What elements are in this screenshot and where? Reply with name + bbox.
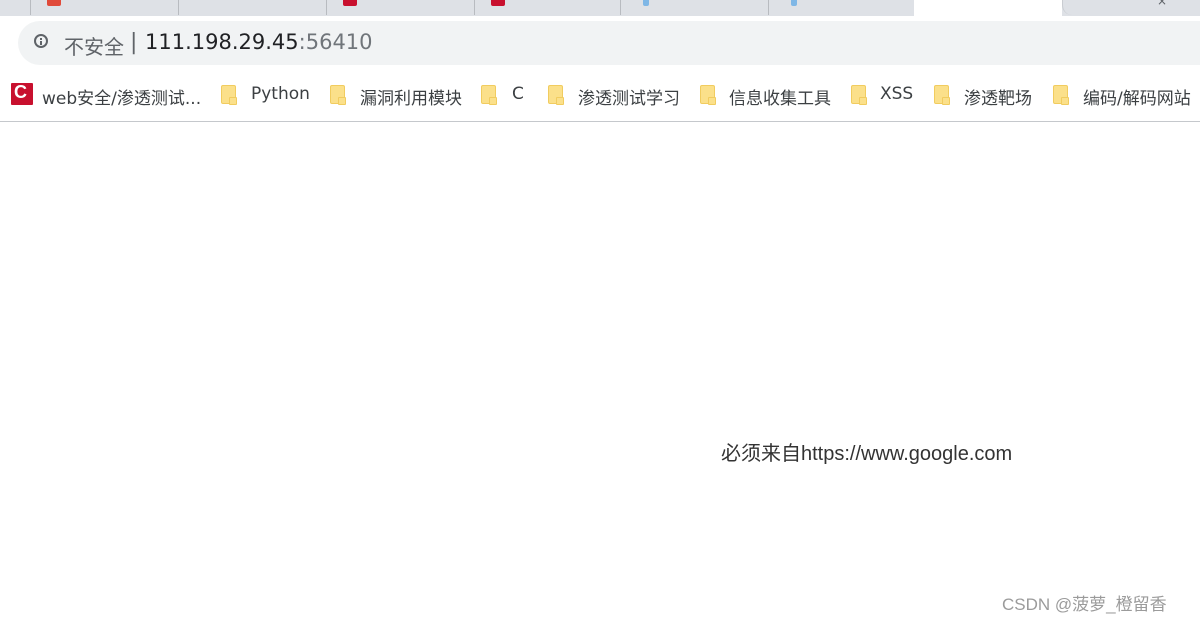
bookmark-label: XSS	[880, 84, 914, 104]
folder-icon	[548, 85, 564, 105]
tab-favicon-icon	[643, 0, 649, 6]
watermark: CSDN @菠萝_橙留香	[1002, 595, 1167, 614]
active-tab[interactable]	[914, 0, 1062, 16]
tab[interactable]: ×	[1062, 0, 1200, 15]
url-host: 111.198.29.45	[145, 30, 299, 54]
tab-favicon-icon	[491, 0, 505, 6]
bookmark-label: Python	[251, 84, 310, 104]
bookmark-label: 漏洞利用模块	[360, 89, 462, 109]
tab[interactable]	[326, 0, 475, 15]
separator: |	[130, 30, 138, 55]
tab-strip: ×	[0, 0, 1200, 16]
bookmark-label: web安全/渗透测试...	[42, 89, 202, 109]
url-port: :56410	[298, 30, 373, 54]
tab-favicon-icon	[47, 0, 61, 6]
folder-icon	[934, 85, 950, 105]
bookmark-label: 编码/解码网站	[1083, 89, 1191, 109]
tab-favicon-icon	[791, 0, 797, 6]
toolbar: 不安全 | 111.198.29.45:56410	[0, 16, 1200, 72]
folder-icon	[330, 85, 346, 105]
folder-icon	[1053, 85, 1069, 105]
info-icon[interactable]	[34, 34, 48, 48]
tab[interactable]	[30, 0, 179, 15]
page-message: 必须来自https://www.google.com	[721, 443, 1013, 465]
tab[interactable]	[768, 0, 915, 15]
tab[interactable]	[620, 0, 769, 15]
tab-favicon-icon	[343, 0, 357, 6]
folder-icon	[221, 85, 237, 105]
tab[interactable]	[178, 0, 327, 15]
url-text[interactable]: 111.198.29.45:56410	[145, 30, 373, 54]
address-bar[interactable]: 不安全 | 111.198.29.45:56410	[18, 21, 1200, 65]
close-tab-icon[interactable]: ×	[1157, 0, 1167, 8]
folder-icon	[851, 85, 867, 105]
bookmark-label: 渗透测试学习	[578, 89, 680, 109]
csdn-icon: C	[11, 82, 33, 105]
bookmark-label: 渗透靶场	[964, 89, 1032, 109]
bookmark-label: C	[512, 84, 524, 104]
folder-icon	[481, 85, 497, 105]
folder-icon	[700, 85, 716, 105]
bookmark-label: 信息收集工具	[729, 89, 831, 109]
bookmarks-bar: C web安全/渗透测试... Python 漏洞利用模块 C 渗透测试学习 信…	[0, 72, 1200, 122]
security-label[interactable]: 不安全	[64, 31, 124, 60]
tab[interactable]	[474, 0, 621, 15]
